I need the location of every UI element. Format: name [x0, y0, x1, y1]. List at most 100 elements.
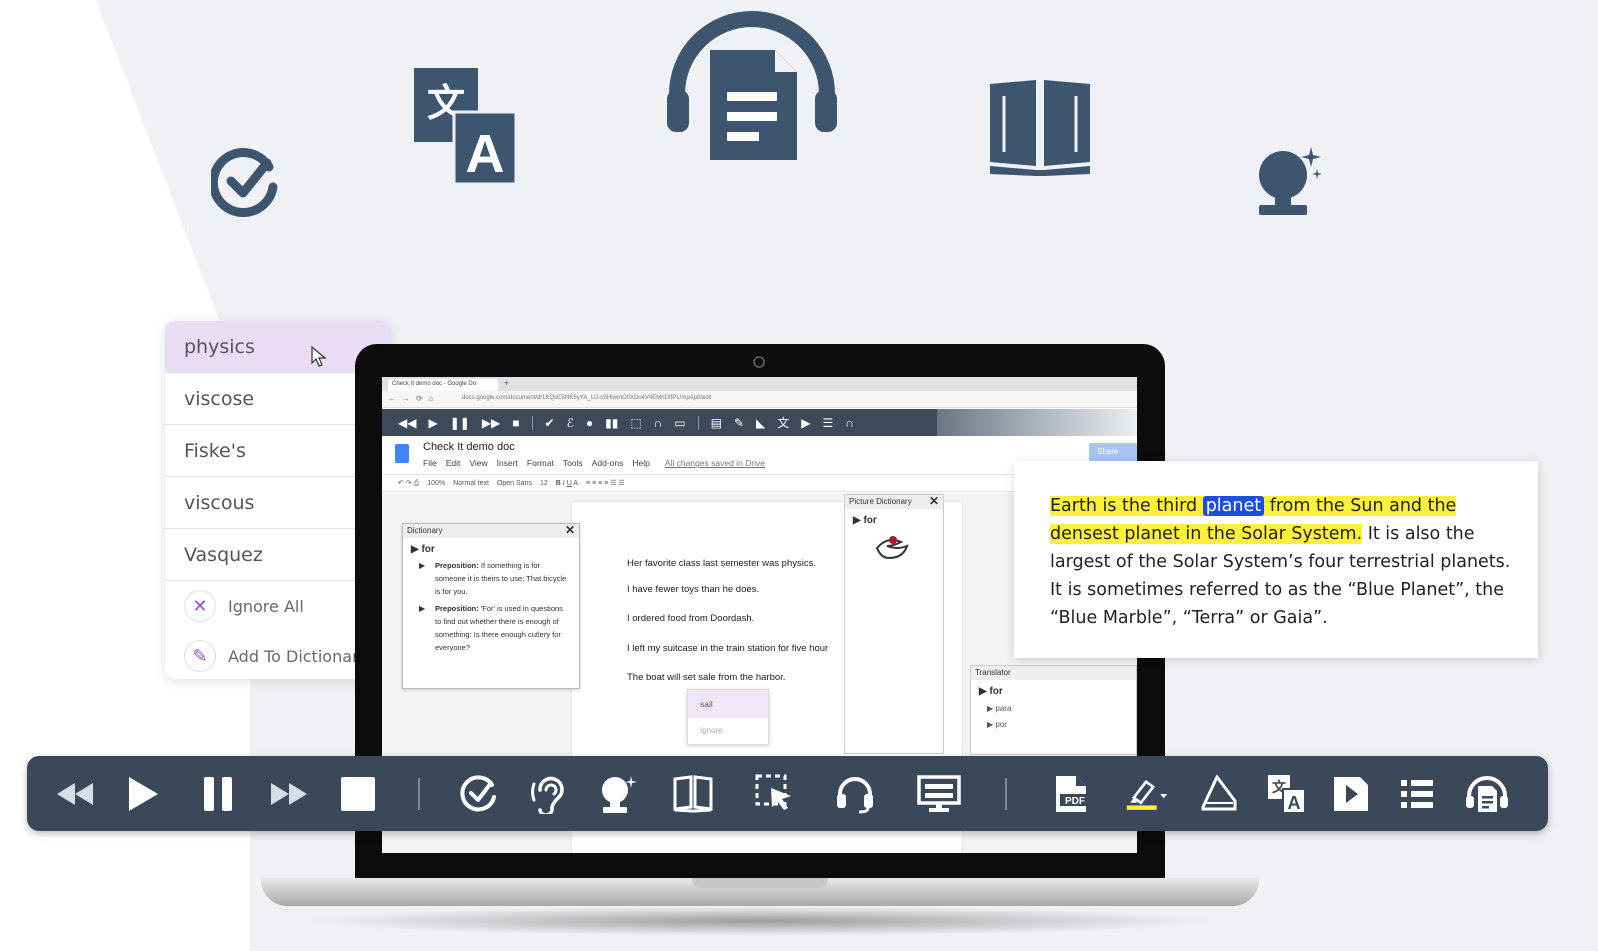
pdf-icon[interactable]: ▤: [711, 416, 722, 430]
google-docs-logo-icon: [395, 444, 409, 463]
check-icon[interactable]: ✔: [545, 416, 555, 430]
prediction-icon: [602, 776, 637, 813]
share-button[interactable]: Share: [1089, 443, 1137, 461]
headset-icon: [837, 777, 873, 814]
spelling-popup: sail Ignore: [687, 689, 769, 745]
audio-doc-icon: [1466, 776, 1508, 812]
audio-doc-button[interactable]: [1465, 772, 1509, 816]
vocabulary-icon[interactable]: ◣: [756, 416, 765, 430]
translate-icon: 文A: [1268, 775, 1306, 814]
mini-readwrite-toolbar: ◀◀ ▶ ❚❚ ▶▶ ■ ✔ ℰ ● ▮▮ ⬚ ∩ ▭ ▤ ✎ ◣ 文 ▶ ☰ …: [382, 409, 937, 436]
main-toolbar: PDF 文A: [27, 756, 1548, 831]
laptop-shadow: [300, 906, 1220, 936]
translator-button[interactable]: 文A: [1265, 772, 1309, 816]
definition-item[interactable]: Preposition: If something is for someone…: [403, 555, 579, 598]
prediction-icon[interactable]: ●: [586, 416, 593, 430]
check-it-icon: [460, 775, 496, 812]
sound-it-out-button[interactable]: [525, 772, 569, 816]
close-icon[interactable]: ✕: [929, 494, 939, 508]
selection-icon[interactable]: ⬚: [630, 416, 641, 430]
vocabulary-icon: [1201, 775, 1237, 811]
stop-icon[interactable]: ■: [512, 416, 519, 430]
saved-status[interactable]: All changes saved in Drive: [665, 458, 765, 468]
prediction-icon: [1255, 147, 1325, 217]
ear-icon[interactable]: ℰ: [567, 416, 574, 430]
new-tab-icon[interactable]: +: [504, 378, 509, 388]
fast-forward-icon[interactable]: ▶▶: [482, 416, 500, 430]
vocabulary-button[interactable]: [1197, 772, 1241, 816]
play-icon[interactable]: ▶: [428, 416, 437, 430]
menu-help[interactable]: Help: [632, 458, 649, 468]
pause-icon[interactable]: ❚❚: [450, 416, 470, 430]
check-it-button[interactable]: [457, 772, 501, 816]
menu-insert[interactable]: Insert: [497, 458, 518, 468]
monitor-icon[interactable]: ▭: [674, 416, 685, 430]
menu-format[interactable]: Format: [527, 458, 554, 468]
headset-icon[interactable]: ∩: [654, 416, 663, 430]
translation-item[interactable]: ▶ para: [971, 704, 1136, 713]
toolbar-divider: [418, 778, 420, 810]
translator-icon: 文A: [414, 68, 516, 186]
ignore-button[interactable]: Ignore: [688, 718, 768, 743]
svg-text:A: A: [466, 124, 505, 184]
talk-and-type-button[interactable]: [1329, 772, 1373, 816]
stop-button[interactable]: [336, 772, 380, 816]
spelling-suggestion[interactable]: sail: [688, 690, 768, 718]
screen-selection-button[interactable]: [753, 772, 797, 816]
menu-edit[interactable]: Edit: [446, 458, 461, 468]
highlighter-button[interactable]: [1125, 772, 1169, 816]
menu-file[interactable]: File: [423, 458, 437, 468]
doc-line[interactable]: I have fewer toys than he does.: [627, 584, 759, 595]
pause-button[interactable]: [196, 772, 240, 816]
play-button[interactable]: [121, 772, 165, 816]
read-aloud-text-card: Earth is the third planet from the Sun a…: [1014, 461, 1538, 658]
toolbar-divider: [1005, 778, 1007, 810]
menu-tools[interactable]: Tools: [563, 458, 583, 468]
talk-type-icon[interactable]: ▶: [801, 416, 810, 430]
highlighter-icon: [1126, 779, 1168, 810]
book-icon[interactable]: ▮▮: [605, 416, 618, 430]
nav-buttons-icon[interactable]: ←→⟳⌂: [388, 394, 440, 403]
audio-doc-icon[interactable]: ∩: [845, 416, 854, 430]
highlighter-icon[interactable]: ✎: [734, 416, 744, 430]
undo-icon[interactable]: ↶ ↷ ⎙: [398, 479, 419, 488]
font-select[interactable]: Open Sans: [497, 480, 532, 487]
dictionary-icon: [673, 775, 713, 813]
browser-tab[interactable]: Check It demo doc - Google Do: [388, 379, 498, 391]
doc-line[interactable]: I left my suitcase in the train station …: [627, 643, 828, 654]
prediction-button[interactable]: [597, 772, 641, 816]
rewind-icon[interactable]: ◀◀: [398, 416, 416, 430]
giving-hands-icon: [875, 536, 909, 560]
fast-forward-button[interactable]: [267, 772, 311, 816]
translate-icon[interactable]: 文: [777, 414, 789, 431]
menu-view[interactable]: View: [469, 458, 487, 468]
mouse-cursor-icon: [311, 346, 327, 367]
rewind-button[interactable]: [53, 772, 97, 816]
url-text[interactable]: docs.google.com/document/d/1KQsESNK5yYA_…: [462, 395, 712, 401]
pdf-button[interactable]: PDF: [1049, 772, 1093, 816]
monitor-icon: [917, 775, 961, 812]
align-icons[interactable]: ≡ ≡ ≡ ≡ ☰ ☰: [586, 479, 625, 487]
list-icon[interactable]: ☰: [823, 416, 834, 430]
translation-item[interactable]: ▶ por: [971, 720, 1136, 729]
doc-line[interactable]: The boat will set sale from the harbor.: [627, 672, 785, 683]
read-aloud-text[interactable]: Earth is the third planet from the Sun a…: [1050, 492, 1518, 632]
doc-line[interactable]: Her favorite class last semester was phy…: [627, 558, 816, 569]
definition-item[interactable]: Preposition: 'For' is used in questions …: [403, 598, 579, 654]
menu-addons[interactable]: Add-ons: [592, 458, 624, 468]
divider: [697, 415, 699, 430]
style-select[interactable]: Normal text: [453, 480, 489, 487]
doc-title[interactable]: Check It demo doc: [423, 441, 515, 453]
audio-doc-icon: [665, 10, 840, 165]
bold-icon[interactable]: B I U A: [556, 480, 578, 487]
size-select[interactable]: 12: [540, 480, 548, 487]
close-icon[interactable]: ✕: [565, 523, 575, 537]
dictionary-button[interactable]: [671, 772, 715, 816]
voice-note-button[interactable]: [1395, 772, 1439, 816]
laptop-notch: [692, 878, 828, 888]
screen-masking-button[interactable]: [917, 772, 961, 816]
audio-maker-button[interactable]: [833, 772, 877, 816]
doc-line[interactable]: I ordered food from Doordash.: [627, 613, 754, 624]
zoom-select[interactable]: 100%: [427, 480, 445, 487]
docs-menu-bar: File Edit View Insert Format Tools Add-o…: [423, 458, 765, 468]
